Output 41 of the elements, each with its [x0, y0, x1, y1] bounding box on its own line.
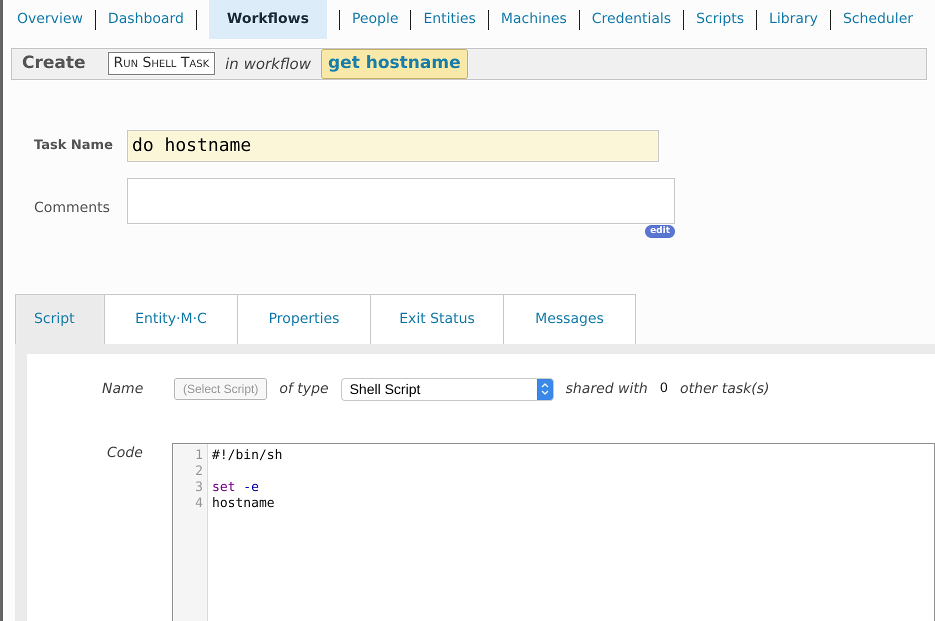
code-editor[interactable]: 1 2 3 4 #!/bin/sh set -e hostname [172, 442, 935, 621]
code-line: set -e [212, 480, 260, 496]
dropdown-arrows-icon [536, 378, 553, 400]
nav-link[interactable]: Workflows [208, 0, 327, 39]
nav-link[interactable]: Scripts [696, 9, 744, 30]
tab[interactable]: Properties [237, 294, 370, 344]
comments-label: Comments [33, 198, 111, 218]
nav-link[interactable]: Scheduler [842, 9, 914, 30]
tab[interactable]: Exit Status [370, 294, 503, 344]
code-label: Code [106, 444, 144, 462]
tab[interactable]: Script [15, 294, 104, 344]
name-label: Name [101, 380, 144, 398]
nav-link[interactable]: Entities [423, 9, 476, 30]
edit-button[interactable]: edit [645, 224, 675, 238]
nav-link[interactable]: Dashboard [108, 9, 184, 30]
nav-link[interactable]: Library [769, 9, 818, 30]
script-type-dropdown[interactable]: Shell Script [340, 378, 554, 400]
tab[interactable]: Messages [503, 294, 636, 344]
page-title: Create [22, 52, 86, 75]
line-number: 1 [194, 448, 203, 464]
nav-link[interactable]: Overview [17, 9, 83, 30]
task-name-label: Task Name [33, 136, 114, 155]
nav-link[interactable]: Credentials [592, 9, 672, 30]
comments-field[interactable] [127, 178, 675, 224]
line-number: 2 [194, 464, 203, 480]
line-number: 4 [194, 496, 203, 512]
type-label: of type [279, 380, 329, 398]
connector-text: in workflow [225, 54, 312, 74]
shared-label: shared with [566, 380, 648, 398]
select-script-button[interactable]: (Select Script) [174, 378, 268, 400]
line-number: 3 [194, 480, 203, 496]
shared-suffix: other task(s) [680, 380, 770, 398]
task-type-label: Run Shell Task [108, 52, 216, 76]
shared-count: 0 [660, 380, 668, 398]
nav-link[interactable]: People [352, 9, 398, 30]
code-line: #!/bin/sh [212, 448, 282, 464]
tab[interactable]: Entity·M·C [104, 294, 237, 344]
nav-link[interactable]: Machines [500, 9, 567, 30]
workflow-link[interactable]: get hostname [321, 49, 468, 78]
task-name-field[interactable]: do hostname [127, 130, 659, 162]
code-line: hostname [212, 496, 276, 512]
